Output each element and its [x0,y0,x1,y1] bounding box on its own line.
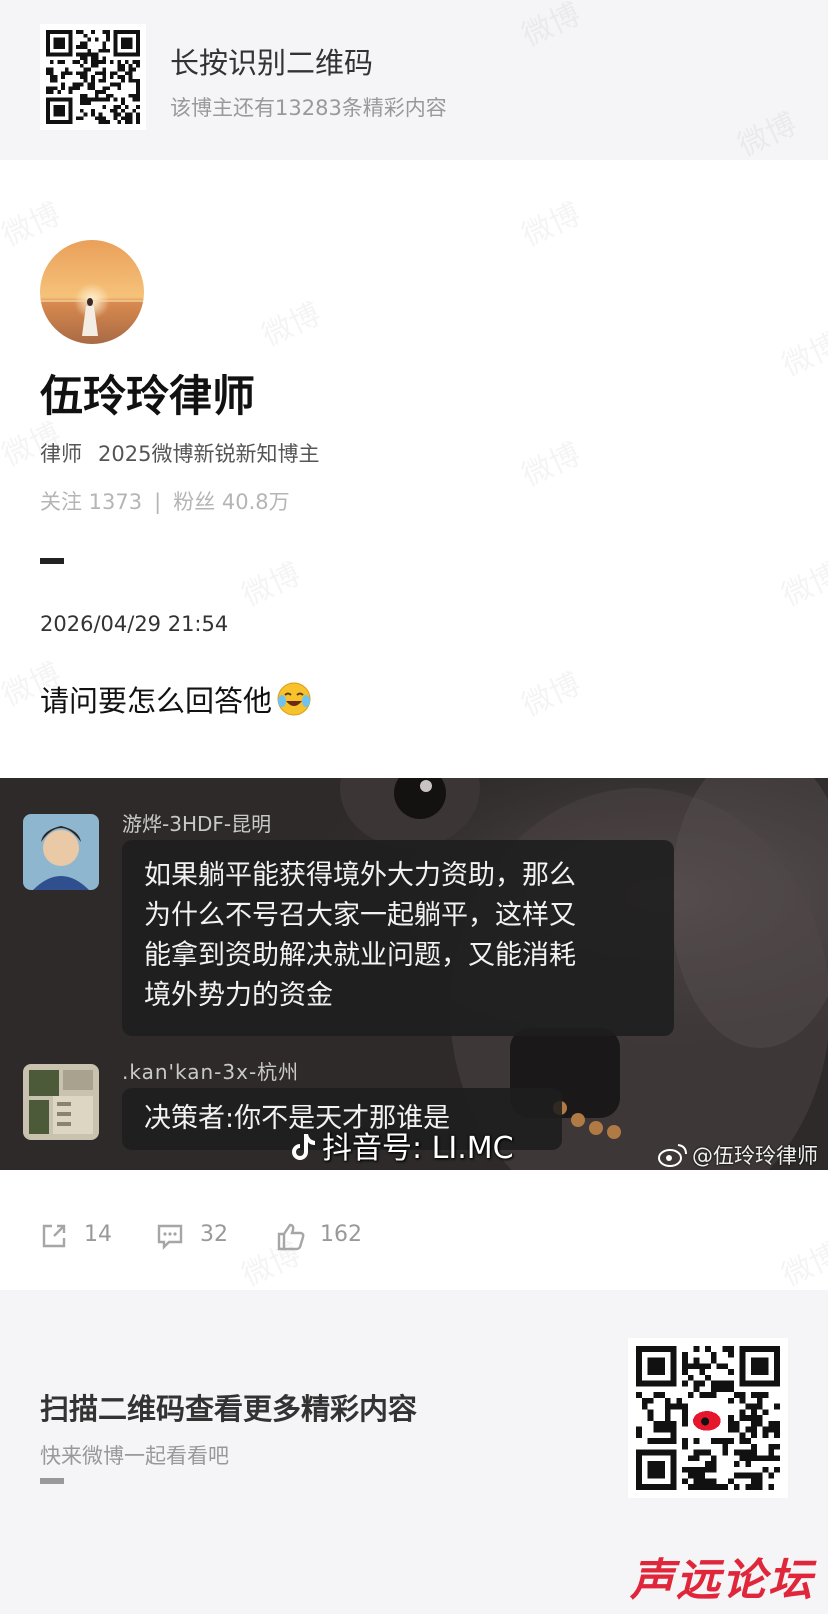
post-text: 请问要怎么回答他 [40,678,312,724]
commenter-avatar [23,814,99,890]
qr-code[interactable] [40,24,146,130]
share-icon [42,1224,66,1248]
comment-count: 32 [200,1222,228,1247]
weibo-watermark: 微博 [774,319,828,384]
bottom-banner-title: 扫描二维码查看更多精彩内容 [40,1392,418,1426]
douyin-watermark: 抖音号: LI.MC [290,1123,514,1170]
followers-count[interactable]: 粉丝 40.8万 [173,490,289,514]
forum-logo: 声远论坛 [630,1555,814,1606]
share-count: 14 [84,1222,112,1247]
following-count[interactable]: 关注 1373 [40,490,142,514]
comment-line: 境外势力的资金 [144,980,333,1011]
post-timestamp: 2026/04/29 21:54 [40,612,229,636]
weibo-watermark: 微博 [254,289,327,354]
weibo-watermark: 微博 [774,549,828,614]
commenter-name: .kan'kan-3x-杭州 [122,1060,300,1084]
weibo-watermark: 微博 [514,659,587,724]
weibo-logo-icon [658,1143,688,1170]
tag-profession: 律师 [40,442,82,466]
qr-banner-subtitle: 该博主还有13283条精彩内容 [170,96,447,120]
bottom-qr-banner: 扫描二维码查看更多精彩内容 快来微博一起看看吧 声远论坛 [0,1290,828,1614]
thumbs-up-icon [277,1223,305,1251]
user-name[interactable]: 伍玲玲律师 [40,362,255,424]
weibo-watermark: 微博 [0,189,66,254]
weibo-watermark: 微博 [514,429,587,494]
douyin-id: 抖音号: LI.MC [322,1131,514,1166]
qr-code[interactable] [628,1338,788,1498]
user-stats: 关注 1373 | 粉丝 40.8万 [40,486,290,516]
comment-icon [157,1224,183,1250]
comment-line: 能拿到资助解决就业问题，又能消耗 [144,940,576,971]
post-text-content: 请问要怎么回答他 [40,684,273,718]
comment-bubble: 如果躺平能获得境外大力资助，那么 为什么不号召大家一起躺平，这样又 能拿到资助解… [122,840,674,1036]
comment-line: 如果躺平能获得境外大力资助，那么 [144,860,576,891]
stats-separator: | [154,490,162,514]
tiktok-icon [290,1132,316,1170]
like-count: 162 [320,1222,362,1247]
weibo-watermark: 微博 [514,189,587,254]
bottom-banner-subtitle: 快来微博一起看看吧 [40,1444,229,1468]
user-avatar[interactable] [40,240,144,344]
top-qr-banner: 长按识别二维码 该博主还有13283条精彩内容 [0,0,828,160]
post-image[interactable]: 游烨-3HDF-昆明 如果躺平能获得境外大力资助，那么 为什么不号召大家一起躺平… [0,778,828,1170]
weibo-watermark: 微博 [774,1229,828,1294]
tag-honor: 2025微博新锐新知博主 [98,442,320,466]
laughing-crying-emoji-icon [276,681,312,724]
user-tags: 律师 2025微博新锐新知博主 [40,438,319,468]
weibo-handle-watermark: @伍玲玲律师 [658,1140,818,1170]
qr-banner-title: 长按识别二维码 [170,46,374,80]
comment-line: 为什么不号召大家一起躺平，这样又 [144,900,576,931]
weibo-handle: @伍玲玲律师 [692,1144,818,1168]
commenter-name: 游烨-3HDF-昆明 [122,812,272,836]
weibo-watermark: 微博 [234,549,307,614]
divider-dash [40,558,64,564]
divider-dash [40,1478,64,1484]
commenter-avatar [23,1064,99,1140]
